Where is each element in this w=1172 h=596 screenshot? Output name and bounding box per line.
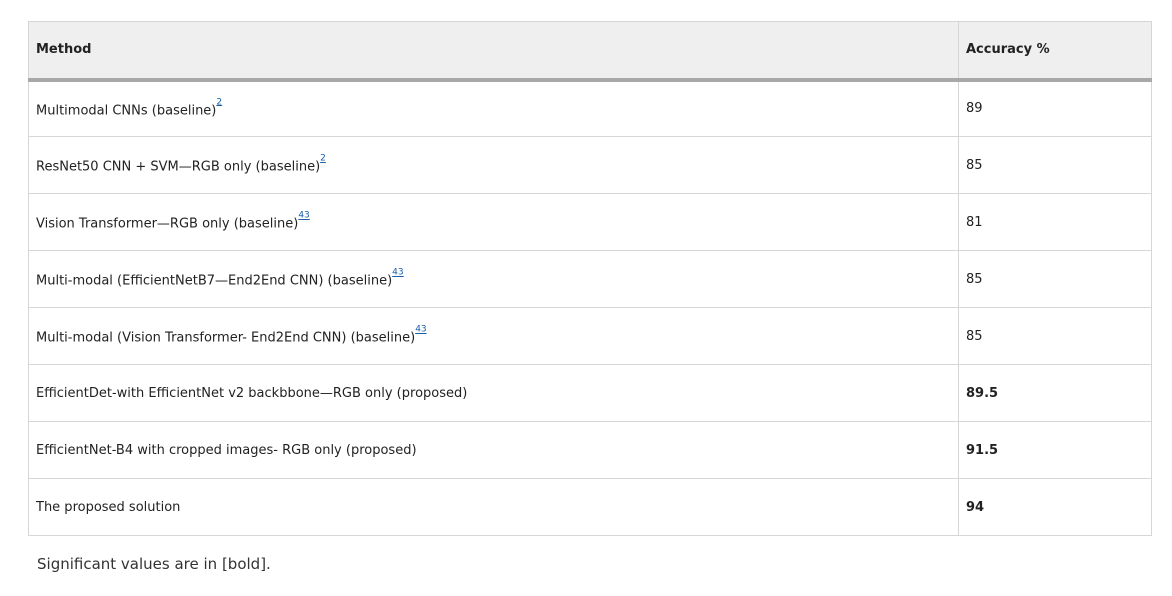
citation-link[interactable]: 2 <box>216 97 222 107</box>
accuracy-cell: 85 <box>958 136 1152 194</box>
citation-link[interactable]: 43 <box>415 325 426 335</box>
citation-link[interactable]: 2 <box>320 154 326 164</box>
table-body: Multimodal CNNs (baseline)2 89 ResNet50 CN… <box>28 79 1152 536</box>
method-label: Multi-modal (Vision Transformer- End2End… <box>36 330 416 346</box>
method-cell: Multi-modal (Vision Transformer- End2End… <box>28 307 959 365</box>
method-label: EfficientDet-with EfficientNet v2 backbb… <box>36 385 468 401</box>
method-cell: The proposed solution <box>28 478 959 536</box>
citation-sup: 2 <box>216 97 222 112</box>
table-row: Vision Transformer—RGB only (baseline)43… <box>28 193 1152 251</box>
citation-sup: 43 <box>392 268 403 282</box>
method-cell: Multi-modal (EfficientNetB7—End2End CNN)… <box>28 250 959 308</box>
accuracy-cell: 89 <box>958 79 1152 137</box>
results-table-container: Method Accuracy % Multimodal CNNs (basel… <box>28 21 1152 536</box>
table-row: ResNet50 CNN + SVM—RGB only (baseline)2 8… <box>28 136 1152 194</box>
method-label: The proposed solution <box>36 499 181 515</box>
table-header-row: Method Accuracy % <box>28 21 1152 82</box>
table-row: Multi-modal (Vision Transformer- End2End… <box>28 307 1152 365</box>
method-cell: ResNet50 CNN + SVM—RGB only (baseline)2 <box>28 136 959 194</box>
header-accuracy: Accuracy % <box>958 21 1152 82</box>
page: Method Accuracy % Multimodal CNNs (basel… <box>0 0 1172 596</box>
accuracy-cell: 89.5 <box>958 364 1152 422</box>
header-method: Method <box>28 21 959 82</box>
method-label: EfficientNet-B4 with cropped images- RGB… <box>36 442 417 458</box>
accuracy-cell: 94 <box>958 478 1152 536</box>
method-cell: Vision Transformer—RGB only (baseline)43 <box>28 193 959 251</box>
table-row: Multimodal CNNs (baseline)2 89 <box>28 79 1152 137</box>
method-label: Multi-modal (EfficientNetB7—End2End CNN)… <box>36 273 393 289</box>
accuracy-cell: 85 <box>958 250 1152 308</box>
method-label: Vision Transformer—RGB only (baseline) <box>36 216 299 232</box>
method-label: Multimodal CNNs (baseline) <box>36 103 217 119</box>
citation-sup: 43 <box>415 325 426 339</box>
accuracy-cell: 85 <box>958 307 1152 365</box>
method-cell: Multimodal CNNs (baseline)2 <box>28 79 959 137</box>
citation-link[interactable]: 43 <box>392 268 403 278</box>
table-row: Multi-modal (EfficientNetB7—End2End CNN)… <box>28 250 1152 308</box>
table-footnote: Significant values are in [bold]. <box>37 555 271 573</box>
results-table: Method Accuracy % Multimodal CNNs (basel… <box>28 21 1152 536</box>
table-row: The proposed solution 94 <box>28 478 1152 536</box>
method-cell: EfficientDet-with EfficientNet v2 backbb… <box>28 364 959 422</box>
citation-sup: 43 <box>298 211 309 225</box>
method-cell: EfficientNet-B4 with cropped images- RGB… <box>28 421 959 479</box>
citation-link[interactable]: 43 <box>298 211 309 221</box>
table-row: EfficientDet-with EfficientNet v2 backbb… <box>28 364 1152 422</box>
accuracy-cell: 91.5 <box>958 421 1152 479</box>
method-label: ResNet50 CNN + SVM—RGB only (baseline) <box>36 159 321 175</box>
table-row: EfficientNet-B4 with cropped images- RGB… <box>28 421 1152 479</box>
citation-sup: 2 <box>320 154 326 168</box>
accuracy-cell: 81 <box>958 193 1152 251</box>
